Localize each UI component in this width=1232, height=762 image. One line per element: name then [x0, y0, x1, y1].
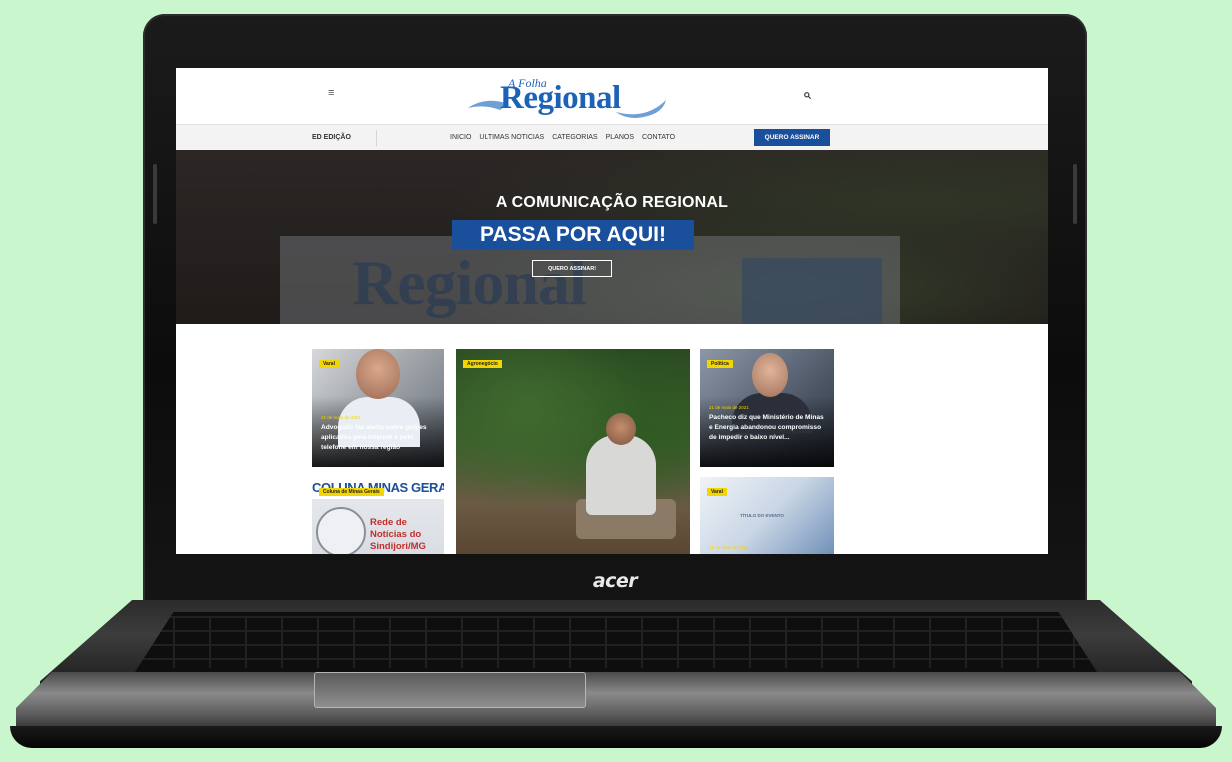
- nav-link-categorias[interactable]: CATEGORIAS: [552, 134, 597, 141]
- hero-banner: Regional A COMUNICAÇÃO REGIONAL PASSA PO…: [176, 150, 1048, 324]
- photo-subject-face: [752, 353, 788, 397]
- news-card[interactable]: Varal 21 de maio de 2021 Advogado faz al…: [312, 349, 444, 467]
- card-subtitle: TÍTULO DO EVENTO: [740, 513, 784, 518]
- nav-link-contato[interactable]: CONTATO: [642, 134, 675, 141]
- laptop-keyboard: [135, 612, 1097, 672]
- news-card[interactable]: COLUNA MINAS GERAIS Coluna de Minas Gera…: [312, 477, 444, 554]
- card-date: 21 de maio de 2021: [321, 415, 361, 420]
- site-header: ≡ A Folha Regional: [176, 68, 1048, 124]
- news-card[interactable]: Varal TÍTULO DO EVENTO 21 de maio de 202…: [700, 477, 834, 554]
- laptop-screen: ≡ A Folha Regional ED EDIÇÃO INICIO ULTI…: [176, 68, 1048, 554]
- laptop-bottom-edge: [10, 726, 1222, 748]
- card-title[interactable]: Advogado faz alerta sobre golpes aplicad…: [321, 423, 436, 453]
- nav-bar: ED EDIÇÃO INICIO ULTIMAS NOTICIAS CATEGO…: [176, 124, 1048, 152]
- search-icon[interactable]: [804, 92, 812, 101]
- category-tag[interactable]: Agronegócio: [463, 360, 502, 368]
- laptop-palmrest: [16, 672, 1216, 732]
- photo-subject-face: [606, 413, 636, 445]
- card-subtitle: Rede de Notícias do Sindijori/MG: [370, 517, 426, 552]
- lid-detail-left: [153, 164, 157, 224]
- laptop-touchpad[interactable]: [314, 672, 586, 708]
- hero-title: A COMUNICAÇÃO REGIONAL: [495, 194, 729, 211]
- nav-link-inicio[interactable]: INICIO: [450, 134, 471, 141]
- news-grid: Varal 21 de maio de 2021 Advogado faz al…: [176, 324, 1048, 554]
- news-card-featured[interactable]: Agronegócio: [456, 349, 690, 554]
- card-date: 21 de maio de 2021: [709, 405, 749, 410]
- photo-subject-face: [356, 349, 400, 399]
- nav-divider: [376, 130, 377, 146]
- category-tag[interactable]: Politica: [707, 360, 733, 368]
- lid-detail-right: [1073, 164, 1077, 224]
- news-card[interactable]: Politica 21 de maio de 2021 Pacheco diz …: [700, 349, 834, 467]
- nav-links: INICIO ULTIMAS NOTICIAS CATEGORIAS PLANO…: [450, 134, 675, 141]
- card-title[interactable]: Pacheco diz que Ministério de Minas e En…: [709, 413, 826, 443]
- site-logo[interactable]: A Folha Regional: [466, 76, 676, 120]
- subscribe-button[interactable]: QUERO ASSINAR: [754, 129, 830, 146]
- nav-link-planos[interactable]: PLANOS: [606, 134, 634, 141]
- category-tag[interactable]: Coluna de Minas Gerais: [319, 488, 384, 496]
- category-tag[interactable]: Varal: [319, 360, 339, 368]
- category-tag[interactable]: Varal: [707, 488, 727, 496]
- hero-highlight: PASSA POR AQUI!: [452, 220, 694, 250]
- laptop-brand-logo: acer: [592, 570, 638, 592]
- hero-subscribe-button[interactable]: QUERO ASSINAR!: [532, 260, 612, 277]
- hamburger-menu-icon[interactable]: ≡: [328, 88, 338, 99]
- logo-main-text: Regional: [500, 80, 621, 116]
- nav-link-ultimas-noticias[interactable]: ULTIMAS NOTICIAS: [479, 134, 544, 141]
- edition-link[interactable]: ED EDIÇÃO: [312, 134, 351, 141]
- seal-icon: [316, 507, 366, 554]
- photo-subject: [586, 435, 656, 515]
- card-date: 21 de maio de 2021: [709, 545, 749, 550]
